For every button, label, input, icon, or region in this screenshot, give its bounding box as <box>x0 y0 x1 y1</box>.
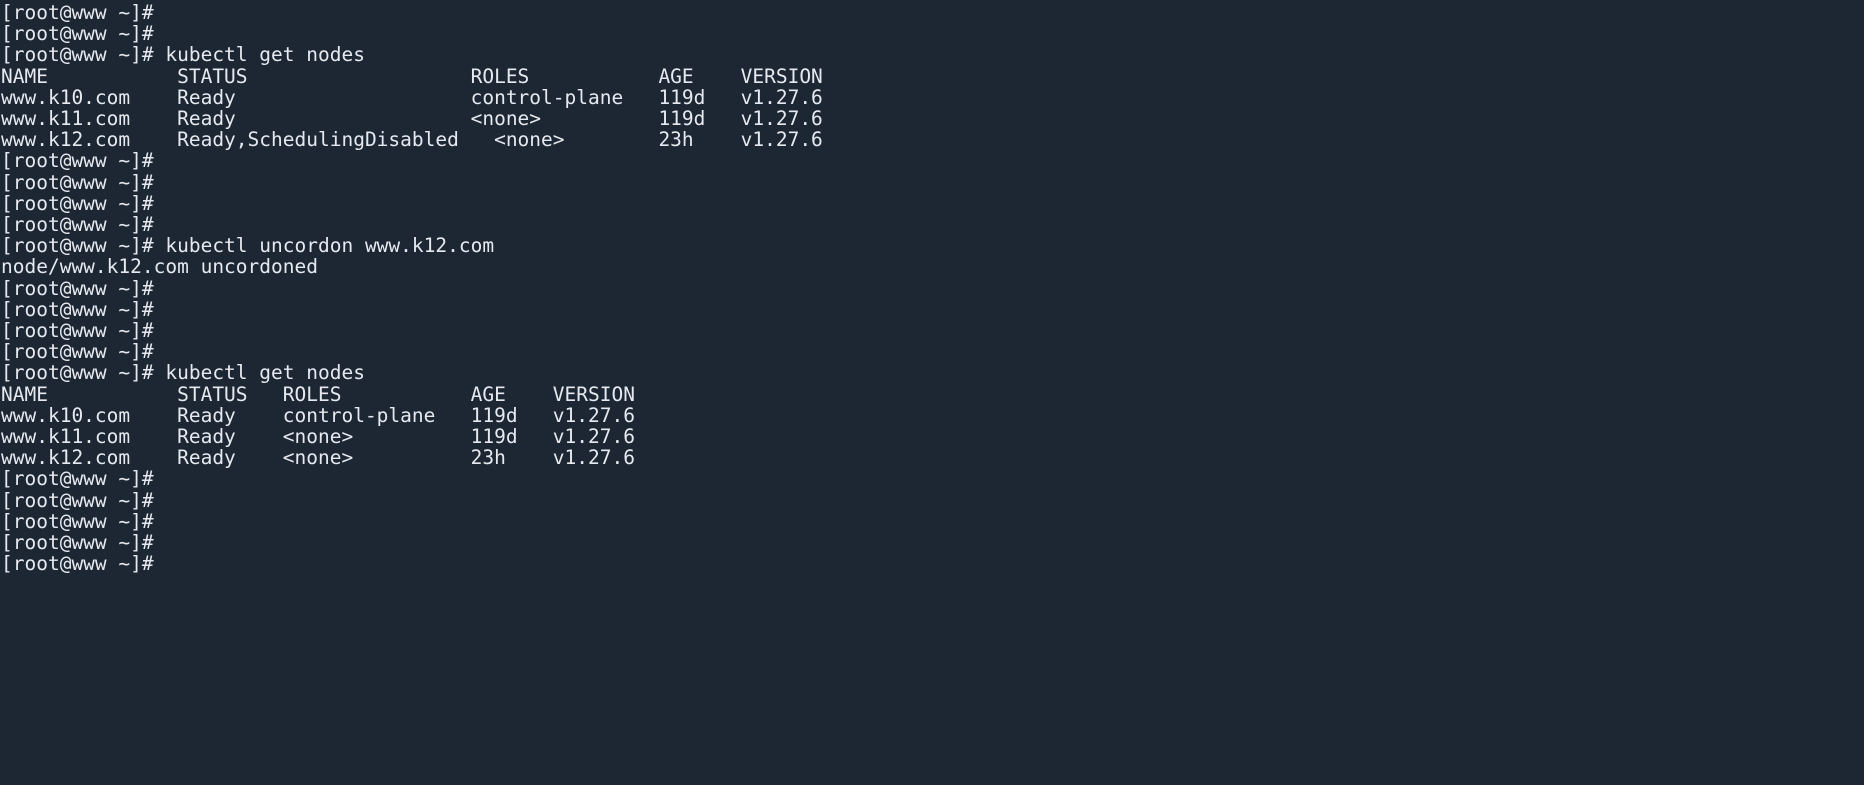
terminal-screen[interactable]: [root@www ~]#[root@www ~]#[root@www ~]# … <box>0 0 1864 574</box>
terminal-line-prompt: [root@www ~]# <box>1 193 1864 214</box>
terminal-line-command: [root@www ~]# kubectl get nodes <box>1 44 1864 65</box>
terminal-line-prompt: [root@www ~]# <box>1 2 1864 23</box>
terminal-line-output: www.k10.com Ready control-plane 119d v1.… <box>1 87 1864 108</box>
terminal-window[interactable]: [root@www ~]#[root@www ~]#[root@www ~]# … <box>0 0 1864 785</box>
terminal-line-prompt: [root@www ~]# <box>1 299 1864 320</box>
terminal-line-prompt: [root@www ~]# <box>1 320 1864 341</box>
terminal-line-output: NAME STATUS ROLES AGE VERSION <box>1 66 1864 87</box>
terminal-line-prompt: [root@www ~]# <box>1 553 1864 574</box>
terminal-line-output: www.k12.com Ready,SchedulingDisabled <no… <box>1 129 1864 150</box>
terminal-line-prompt: [root@www ~]# <box>1 278 1864 299</box>
terminal-line-prompt: [root@www ~]# <box>1 511 1864 532</box>
terminal-line-command: [root@www ~]# kubectl get nodes <box>1 362 1864 383</box>
terminal-line-prompt: [root@www ~]# <box>1 23 1864 44</box>
terminal-line-prompt: [root@www ~]# <box>1 150 1864 171</box>
terminal-line-output: node/www.k12.com uncordoned <box>1 256 1864 277</box>
terminal-line-prompt: [root@www ~]# <box>1 532 1864 553</box>
terminal-line-command: [root@www ~]# kubectl uncordon www.k12.c… <box>1 235 1864 256</box>
terminal-line-prompt: [root@www ~]# <box>1 490 1864 511</box>
terminal-line-prompt: [root@www ~]# <box>1 214 1864 235</box>
terminal-line-output: www.k10.com Ready control-plane 119d v1.… <box>1 405 1864 426</box>
terminal-line-prompt: [root@www ~]# <box>1 172 1864 193</box>
terminal-line-output: www.k11.com Ready <none> 119d v1.27.6 <box>1 426 1864 447</box>
terminal-line-prompt: [root@www ~]# <box>1 341 1864 362</box>
terminal-line-prompt: [root@www ~]# <box>1 468 1864 489</box>
terminal-line-output: NAME STATUS ROLES AGE VERSION <box>1 384 1864 405</box>
terminal-line-output: www.k12.com Ready <none> 23h v1.27.6 <box>1 447 1864 468</box>
terminal-line-output: www.k11.com Ready <none> 119d v1.27.6 <box>1 108 1864 129</box>
